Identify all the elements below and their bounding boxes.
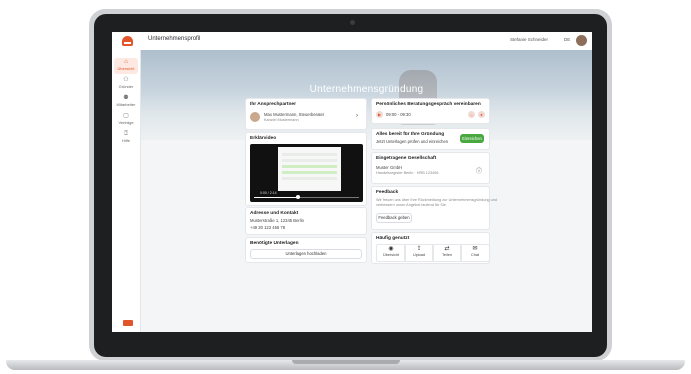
brand-badge [123, 320, 133, 326]
sidebar: ⌂ Übersicht ⚇ Gründer ⚉ Mitarbeiter ▢ Ve… [112, 50, 141, 332]
status-card: Alles bereit für Ihre Gründung Jetzt Unt… [371, 128, 490, 150]
address-title: Adresse und Kontakt [250, 211, 299, 216]
sidebar-item-label: Übersicht [117, 66, 135, 71]
feedback-text: Wir freuen uns über Ihre Rückmeldung zur… [376, 198, 497, 202]
video-progress [254, 197, 298, 198]
app-screen: Unternehmensprofil Stefanie Schneider DE… [112, 32, 592, 332]
call-time: 09:00 - 09:30 [386, 112, 411, 117]
chat-icon: ✉ [472, 246, 478, 252]
sidebar-item-label: Mitarbeiter [116, 102, 136, 107]
sidebar-item-founders[interactable]: ⚇ Gründer [114, 76, 138, 92]
document-icon: ▢ [123, 113, 129, 119]
video-title: Erklärvideo [250, 136, 277, 141]
user-name[interactable]: Stefanie Schneider [510, 37, 548, 42]
feedback-text: verbessern unser Angebot laufend für Sie… [376, 203, 447, 207]
video-card: Erklärvideo 0:00 / 2:14 [245, 132, 367, 206]
info-icon[interactable]: ⓘ [476, 166, 482, 175]
company-detail: Handelsregister Berlin · HRB 123456 [376, 171, 439, 175]
minus-icon[interactable]: – [468, 111, 475, 118]
chevron-right-icon[interactable]: › [356, 113, 358, 119]
tools-card: Häufig genutzt ◉ Übersicht ⇪ Upload ⇄ Te… [371, 232, 490, 264]
top-bar: Unternehmensprofil Stefanie Schneider DE [112, 32, 592, 51]
group-icon: ⚉ [123, 95, 129, 101]
language-selector[interactable]: DE [564, 37, 570, 42]
sidebar-item-label: Gründer [118, 84, 134, 89]
help-icon: ⍰ [124, 131, 128, 137]
home-icon: ⌂ [124, 59, 128, 65]
sidebar-item-overview[interactable]: ⌂ Übersicht [114, 58, 138, 74]
contact-card: Ihr Ansprechpartner Max Mustermann, Steu… [245, 98, 367, 130]
company-title: Eingetragene Gesellschaft [376, 156, 437, 161]
sidebar-item-contracts[interactable]: ▢ Verträge [114, 112, 138, 128]
play-icon[interactable]: ▶ [376, 111, 383, 118]
dashboard-icon: ◉ [388, 246, 394, 252]
submit-button[interactable]: Einreichen [460, 134, 484, 143]
users-icon: ⚇ [123, 77, 129, 83]
tool-upload[interactable]: ⇪ Upload [404, 244, 434, 262]
avatar [250, 112, 260, 122]
tool-share[interactable]: ⇄ Teilen [432, 244, 462, 262]
share-icon: ⇄ [444, 246, 450, 252]
feedback-button[interactable]: Feedback geben [376, 213, 412, 223]
user-icon[interactable]: ● [478, 111, 485, 118]
tool-label: Upload [412, 253, 426, 257]
contact-role: Kanzlei Mustermann [264, 118, 299, 122]
phone-line[interactable]: +49 30 123 456 78 [250, 225, 285, 230]
address-line: Musterstraße 1, 12345 Berlin [250, 218, 304, 223]
sidebar-item-label: Verträge [118, 120, 134, 125]
logo-icon[interactable] [122, 36, 133, 46]
video-player[interactable]: 0:00 / 2:14 [250, 144, 363, 202]
upload-icon: ⇪ [416, 246, 422, 252]
tool-chat[interactable]: ✉ Chat [460, 244, 490, 262]
feedback-title: Feedback [376, 190, 399, 195]
tool-label: Teilen [442, 253, 452, 257]
contact-name: Max Mustermann, Steuerberater [264, 112, 325, 117]
call-title: Persönliches Beratungsgespräch vereinbar… [376, 102, 481, 107]
feedback-card: Feedback Wir freuen uns über Ihre Rückme… [371, 186, 497, 230]
upload-documents-button[interactable]: Unterlagen hochladen [250, 249, 362, 259]
documents-card: Benötigte Unterlagen Unterlagen hochlade… [245, 237, 367, 263]
avatar[interactable] [576, 35, 587, 46]
company-card: Eingetragene Gesellschaft Muster GmbH Ha… [371, 152, 490, 184]
sidebar-item-help[interactable]: ⍰ Hilfe [114, 130, 138, 146]
video-frame [278, 147, 341, 191]
address-card: Adresse und Kontakt Musterstraße 1, 1234… [245, 207, 367, 235]
tools-title: Häufig genutzt [376, 236, 410, 241]
tool-overview[interactable]: ◉ Übersicht [376, 244, 406, 262]
call-card: Persönliches Beratungsgespräch vereinbar… [371, 98, 490, 124]
video-scrubber-handle[interactable] [296, 195, 300, 199]
laptop-notch [292, 360, 400, 364]
tool-label: Chat [470, 253, 480, 257]
tool-label: Übersicht [382, 253, 400, 257]
status-title: Alles bereit für Ihre Gründung [376, 132, 445, 137]
video-time: 0:00 / 2:14 [260, 191, 277, 195]
company-name: Muster GmbH [376, 165, 403, 170]
contact-title: Ihr Ansprechpartner [250, 102, 296, 107]
camera-icon [350, 20, 355, 25]
page-title: Unternehmensgründung [309, 84, 424, 95]
sidebar-item-label: Hilfe [121, 138, 130, 143]
documents-title: Benötigte Unterlagen [250, 241, 299, 246]
sidebar-item-employees[interactable]: ⚉ Mitarbeiter [114, 94, 138, 110]
breadcrumb[interactable]: Unternehmensprofil [148, 36, 200, 42]
status-subtitle: Jetzt Unterlagen prüfen und einreichen [376, 139, 449, 144]
